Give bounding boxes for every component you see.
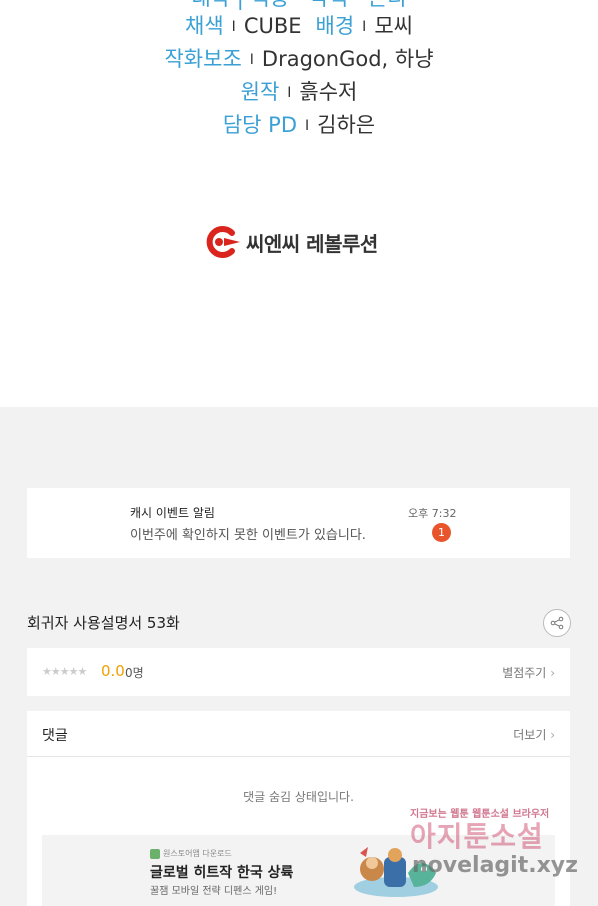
comments-section: 댓글 더보기 › 댓글 숨김 상태입니다. 원스토어앱 다운로드 글로벌 히트작…	[27, 711, 570, 906]
ad-banner[interactable]: 원스토어앱 다운로드 글로벌 히트작 한국 상륙 꿀잼 모바일 전략 디펜스 게…	[42, 835, 555, 906]
credit-separator: I	[305, 118, 310, 134]
credit-line-assistant: 작화보조 I DragonGod, 하냥	[0, 45, 598, 76]
credit-line-pd: 담당 PD I 김하은	[0, 111, 598, 142]
share-icon	[550, 616, 564, 630]
credit-value: CUBE	[243, 14, 302, 38]
credit-partial-text: 대작 | 적용 · 각색 · 콘티	[191, 0, 406, 10]
credit-value: DragonGod, 하냥	[261, 47, 434, 71]
cash-event-notification[interactable]: 캐시 이벤트 알림 이번주에 확인하지 못한 이벤트가 있습니다. 오후 7:3…	[27, 488, 570, 558]
onestore-icon	[150, 848, 160, 859]
credit-value: 모씨	[374, 14, 413, 38]
credit-line-coloring: 채색 I CUBE 배경 I 모씨	[0, 12, 598, 43]
ad-subtitle: 꿀잼 모바일 전략 디펜스 게임!	[150, 886, 278, 897]
credit-separator: I	[249, 52, 254, 68]
rate-button[interactable]: 별점주기 ›	[502, 664, 555, 681]
credit-role: 작화보조	[164, 47, 242, 71]
rate-button-label: 별점주기	[502, 666, 547, 680]
rating-count: 0명	[125, 666, 144, 680]
credit-separator: I	[231, 19, 236, 35]
comments-title: 댓글	[42, 728, 68, 744]
rating-stars: ★★★★★	[42, 665, 87, 678]
notification-title: 캐시 이벤트 알림	[130, 506, 215, 520]
comments-hidden-message: 댓글 숨김 상태입니다.	[243, 790, 354, 804]
episode-credits: 대작 | 적용 · 각색 · 콘티 채색 I CUBE 배경 I 모씨 작화보조 I Drag…	[0, 0, 598, 407]
credit-role: 원작	[240, 80, 280, 104]
chevron-right-icon: ›	[550, 728, 555, 742]
credit-role: 배경	[315, 14, 355, 38]
credit-value: 김하은	[317, 113, 376, 137]
rating-bar: ★★★★★ 0.0 0명 별점주기 ›	[27, 648, 570, 696]
rating-score: 0.0	[101, 662, 125, 680]
comments-more-button[interactable]: 더보기 ›	[513, 726, 555, 743]
cnc-logo-icon	[206, 226, 240, 258]
credit-role: 채색	[185, 14, 224, 38]
chevron-right-icon: ›	[550, 666, 555, 680]
credit-line-original: 원작 I 흙수저	[0, 78, 598, 109]
notification-badge: 1	[432, 523, 451, 542]
episode-title: 회귀자 사용설명서 53화	[27, 614, 180, 632]
credit-separator: I	[287, 85, 292, 101]
notification-time: 오후 7:32	[408, 507, 457, 520]
publisher-logo: 씨엔씨 레볼루션	[202, 224, 378, 260]
publisher-name: 씨엔씨 레볼루션	[246, 231, 378, 256]
share-button[interactable]	[543, 609, 571, 637]
notification-message: 이번주에 확인하지 못한 이벤트가 있습니다.	[130, 528, 366, 543]
credit-separator: I	[362, 19, 367, 35]
ad-game-art-icon	[354, 847, 438, 897]
credit-value: 흙수저	[299, 80, 358, 104]
more-label: 더보기	[513, 728, 547, 742]
credit-line-partial: 대작 | 적용 · 각색 · 콘티	[0, 0, 598, 12]
ad-source-label: 원스토어앱 다운로드	[163, 849, 232, 858]
comments-header: 댓글 더보기 ›	[27, 711, 570, 757]
credit-role: 담당 PD	[222, 113, 298, 137]
ad-source: 원스토어앱 다운로드	[150, 848, 232, 859]
ad-title: 글로벌 히트작 한국 상륙	[150, 865, 294, 881]
